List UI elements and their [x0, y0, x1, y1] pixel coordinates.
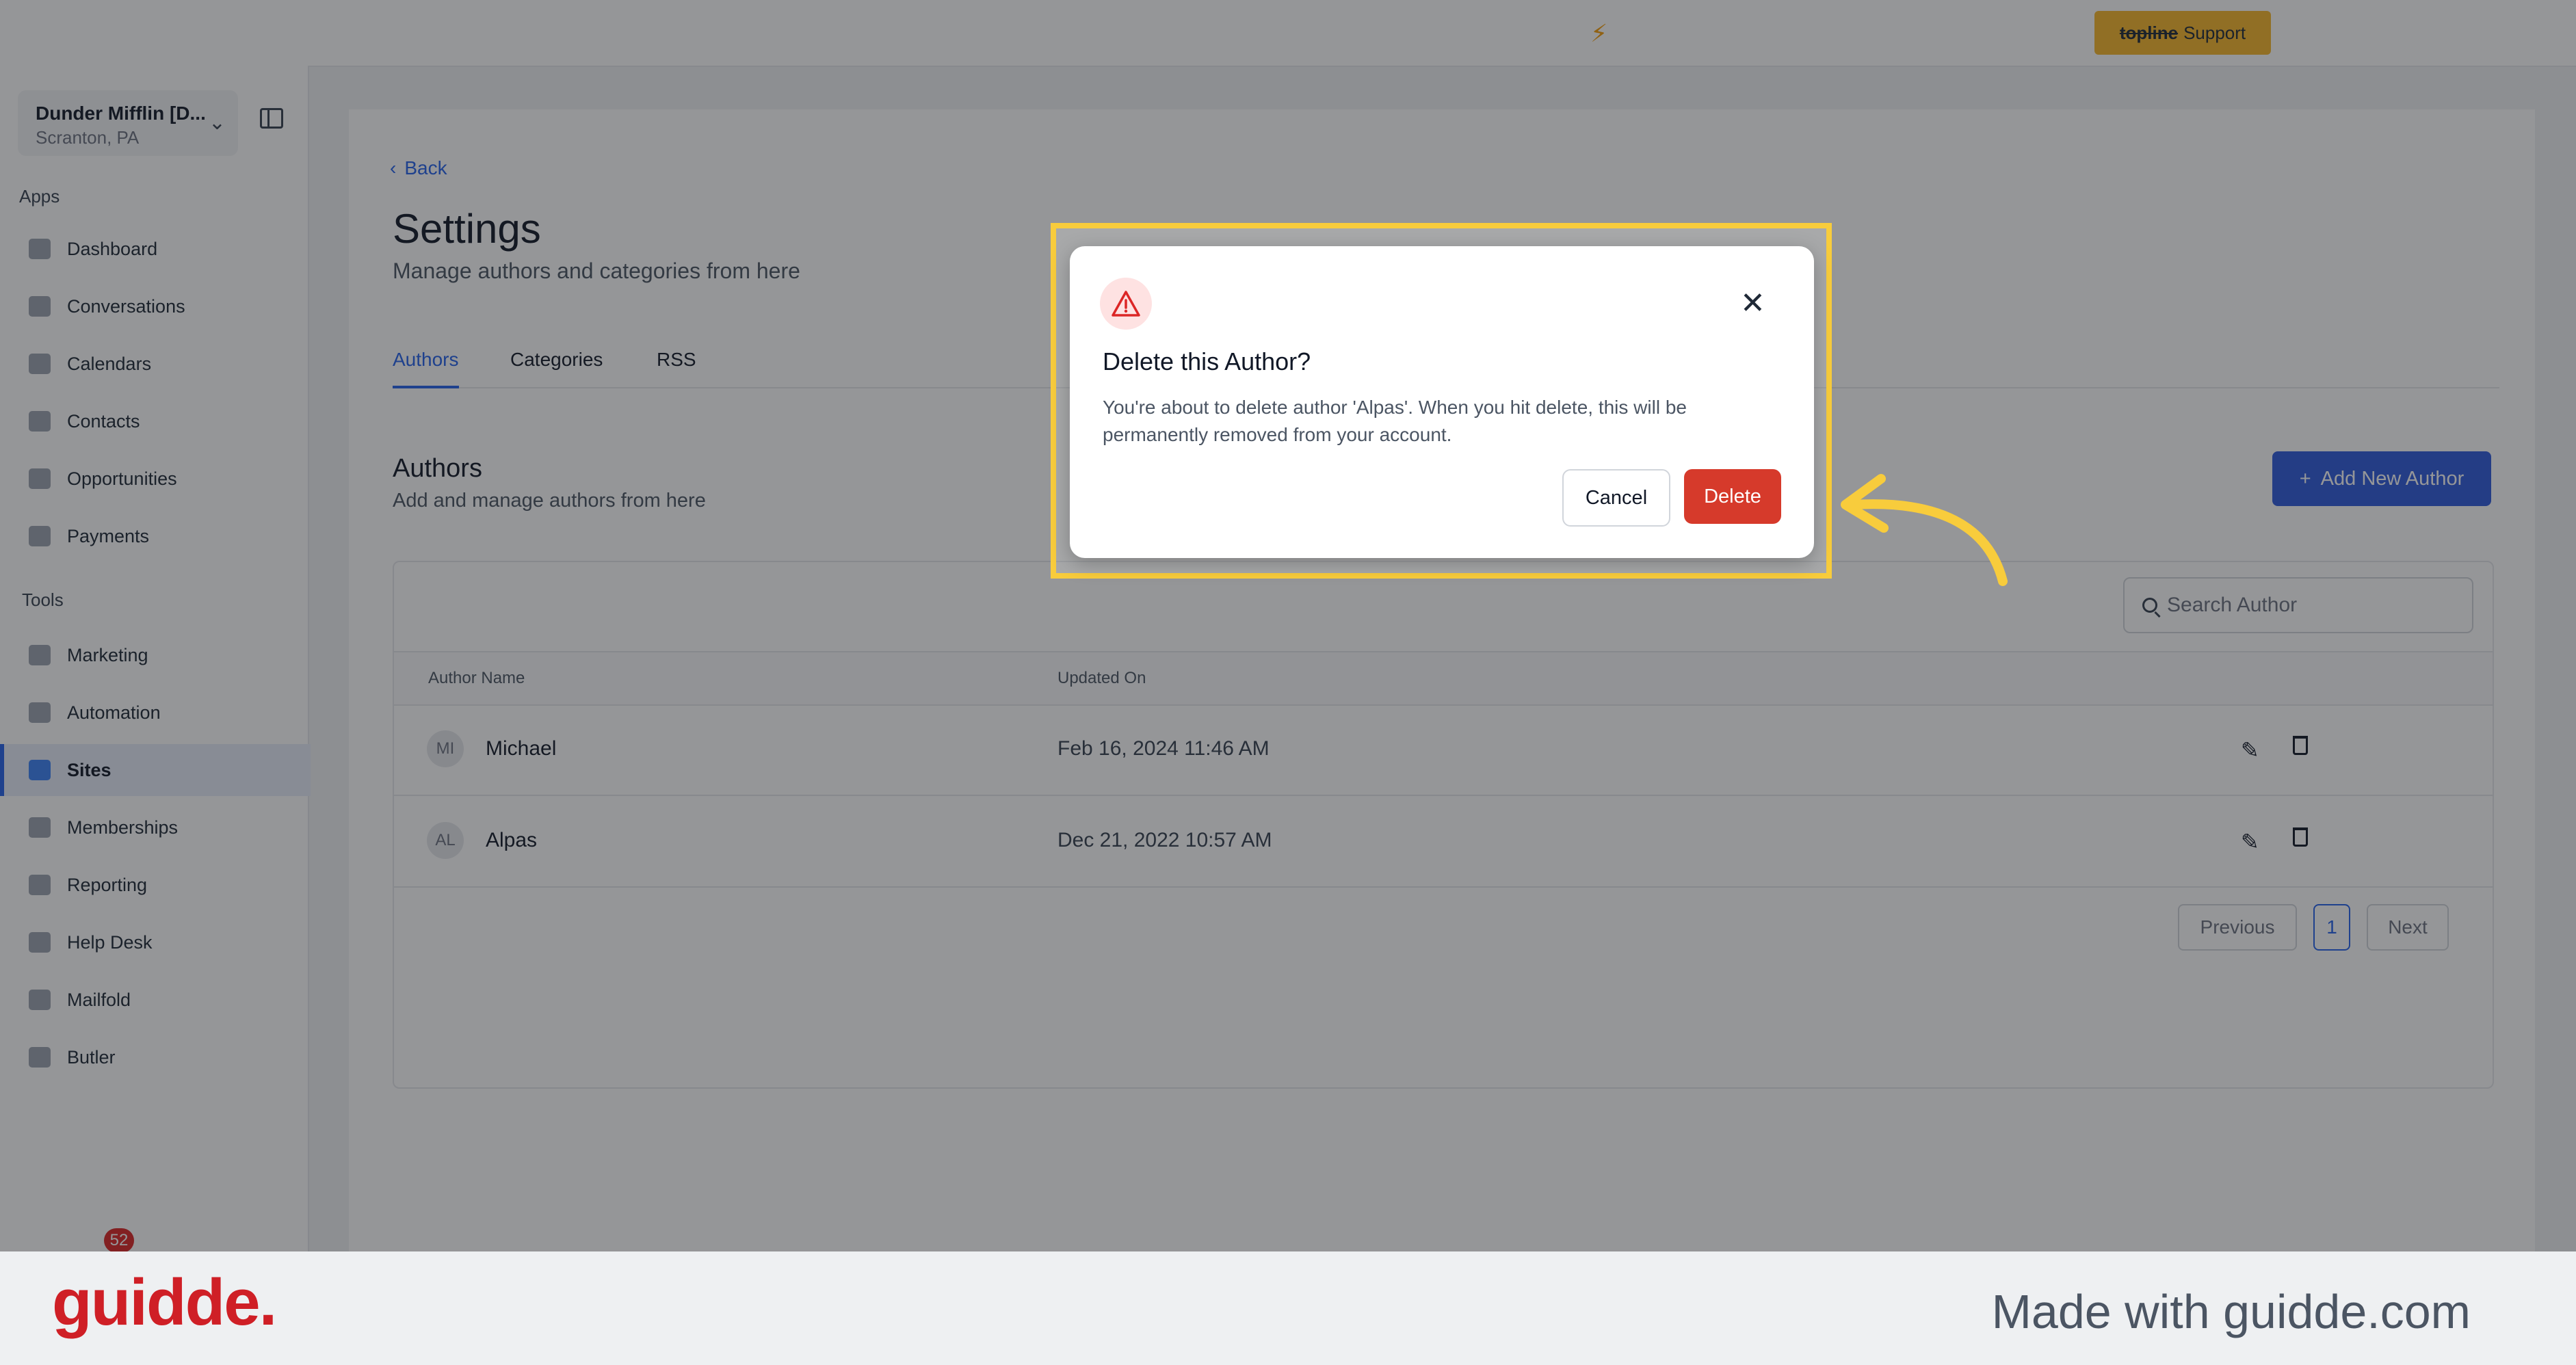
guidde-footer: guidde. Made with guidde.com — [0, 1251, 2576, 1365]
made-with-text: Made with guidde.com — [1991, 1285, 2471, 1338]
modal-overlay[interactable] — [0, 0, 2576, 1251]
cancel-button[interactable]: Cancel — [1562, 469, 1670, 527]
guidde-logo: guidde. — [52, 1266, 277, 1339]
delete-author-dialog: ✕ Delete this Author? You're about to de… — [1070, 246, 1814, 558]
dialog-message: You're about to delete author 'Alpas'. W… — [1103, 397, 1687, 445]
pointer-arrow-icon — [1841, 474, 2008, 586]
dialog-title: Delete this Author? — [1103, 347, 1311, 375]
close-icon[interactable]: ✕ — [1740, 289, 1765, 319]
delete-button[interactable]: Delete — [1684, 469, 1781, 524]
warning-icon — [1100, 278, 1152, 330]
